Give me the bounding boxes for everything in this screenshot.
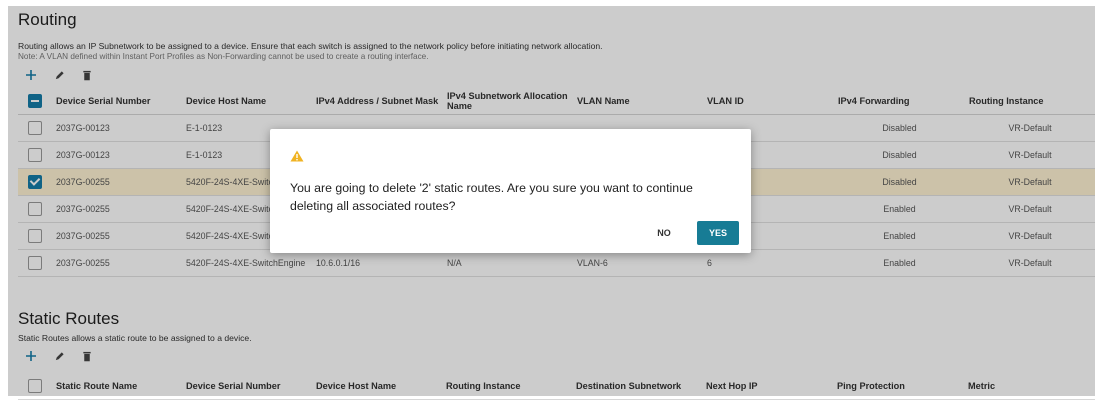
add-routing-button[interactable] [24,68,38,82]
instance-cell: VR-Default [965,249,1095,277]
routing-description: Routing allows an IP Subnetwork to be as… [18,41,603,51]
forwarding-cell: Disabled [834,141,965,169]
table-row[interactable]: 2037G-00255 5420F-24S-4XE-SwitchEngine 1… [18,249,1095,277]
serial-cell: 2037G-00123 [52,141,182,169]
column-header[interactable]: Device Serial Number [52,88,182,115]
forwarding-cell: Disabled [834,114,965,142]
delete-static-route-button[interactable] [80,349,94,363]
alloc-cell: N/A [443,249,573,277]
routing-title: Routing [18,10,77,29]
column-header[interactable]: IPv4 Forwarding [834,88,965,115]
vlan-name-cell: VLAN-6 [573,249,703,277]
add-static-route-button[interactable] [24,349,38,363]
static-routes-description: Static Routes allows a static route to b… [18,333,252,343]
column-header[interactable]: VLAN Name [573,88,703,115]
instance-cell: VR-Default [965,114,1095,142]
row-checkbox[interactable] [28,256,42,270]
static-routes-title: Static Routes [18,309,120,328]
trash-icon [83,351,91,361]
instance-cell: VR-Default [965,195,1095,223]
vlan-id-cell: 6 [703,249,834,277]
instance-cell: VR-Default [965,222,1095,250]
plus-icon [26,70,36,80]
row-checkbox[interactable] [28,121,42,135]
delete-routing-button[interactable] [80,68,94,82]
column-header[interactable]: Device Host Name [182,88,312,115]
routing-note: Note: A VLAN defined within Instant Port… [18,52,429,61]
row-checkbox[interactable] [28,229,42,243]
row-checkbox[interactable] [28,202,42,216]
serial-cell: 2037G-00255 [52,222,182,250]
instance-cell: VR-Default [965,168,1095,196]
serial-cell: 2037G-00123 [52,114,182,142]
serial-cell: 2037G-00255 [52,195,182,223]
pencil-icon [55,70,64,79]
ipv4-cell: 10.6.0.1/16 [312,249,443,277]
serial-cell: 2037G-00255 [52,249,182,277]
forwarding-cell: Enabled [834,249,965,277]
edit-static-route-button[interactable] [52,349,66,363]
dialog-message: You are going to delete '2' static route… [290,181,693,213]
instance-cell: VR-Default [965,141,1095,169]
delete-confirmation-dialog: You are going to delete '2' static route… [270,129,751,253]
forwarding-cell: Disabled [834,168,965,196]
static-routes-toolbar [24,349,94,363]
plus-icon [26,351,36,361]
column-header[interactable]: VLAN ID [703,88,834,115]
row-checkbox[interactable] [28,148,42,162]
serial-cell: 2037G-00255 [52,168,182,196]
routing-header-row: Device Serial Number Device Host Name IP… [18,88,1095,115]
warning-icon [290,149,304,167]
routing-toolbar [24,68,94,82]
edit-routing-button[interactable] [52,68,66,82]
row-checkbox[interactable] [28,175,42,189]
forwarding-cell: Enabled [834,195,965,223]
forwarding-cell: Enabled [834,222,965,250]
column-header[interactable]: IPv4 Subnetwork Allocation Name [443,88,573,115]
select-all-checkbox[interactable] [28,94,42,108]
column-header[interactable]: Routing Instance [965,88,1095,115]
yes-button[interactable]: YES [697,221,739,245]
column-header[interactable]: IPv4 Address / Subnet Mask [312,88,443,115]
pencil-icon [55,351,64,360]
select-all-checkbox[interactable] [28,379,42,393]
trash-icon [83,70,91,80]
no-button[interactable]: NO [642,223,686,243]
host-cell: 5420F-24S-4XE-SwitchEngine [182,249,312,277]
